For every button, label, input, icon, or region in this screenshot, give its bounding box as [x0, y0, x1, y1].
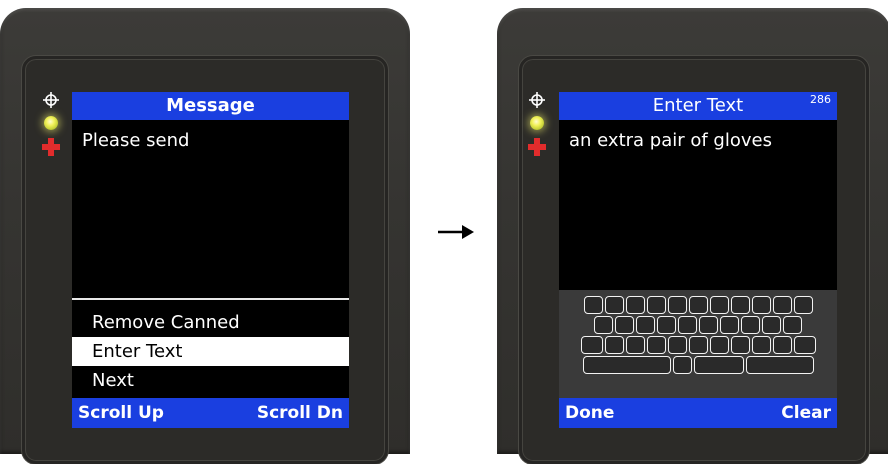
keyboard-row-3	[580, 336, 816, 354]
keyboard-key[interactable]	[667, 336, 687, 354]
keyboard-key[interactable]	[583, 296, 603, 314]
keyboard-key[interactable]	[709, 296, 729, 314]
message-text: Please send	[82, 130, 190, 151]
keyboard-key[interactable]	[720, 316, 739, 334]
character-counter: 286	[810, 93, 831, 106]
keyboard-key[interactable]	[636, 316, 655, 334]
keyboard-key[interactable]	[751, 296, 771, 314]
keyboard-key[interactable]	[604, 336, 624, 354]
red-cross-icon	[528, 138, 546, 156]
screen-enter-text: Enter Text 286 an extra pair of gloves D…	[559, 92, 837, 428]
shift-key[interactable]	[580, 336, 603, 354]
screen-message: Message Please send Remove Canned Enter …	[72, 92, 349, 428]
menu-divider	[72, 298, 349, 300]
softkey-bar: Done Clear	[559, 398, 837, 428]
menu-item-next[interactable]: Next	[72, 366, 349, 395]
arrow-right-icon	[438, 225, 474, 239]
softkey-bar: Scroll Up Scroll Dn	[72, 398, 349, 428]
keyboard-row-2	[594, 316, 802, 334]
keyboard-key[interactable]	[604, 296, 624, 314]
keyboard-key[interactable]	[730, 336, 750, 354]
screen-title: Message	[72, 92, 349, 120]
keyboard-key[interactable]	[772, 296, 792, 314]
keyboard-key[interactable]	[667, 296, 687, 314]
keyboard-key[interactable]	[783, 316, 802, 334]
keyboard-key[interactable]	[615, 316, 634, 334]
keyboard-key[interactable]	[594, 316, 613, 334]
keyboard-key[interactable]	[751, 336, 771, 354]
keyboard-key[interactable]	[709, 336, 729, 354]
keyboard-key[interactable]	[625, 336, 645, 354]
red-cross-icon	[42, 138, 60, 156]
status-icons-left	[42, 92, 60, 156]
keyboard-key[interactable]	[646, 336, 666, 354]
entered-text: an extra pair of gloves	[569, 130, 772, 151]
keyboard-key[interactable]	[741, 316, 760, 334]
scroll-up-softkey[interactable]: Scroll Up	[78, 403, 164, 423]
keyboard-key[interactable]	[688, 296, 708, 314]
mode-key[interactable]	[582, 356, 671, 374]
keyboard-key[interactable]	[730, 296, 750, 314]
done-softkey[interactable]: Done	[565, 403, 614, 423]
keyboard-row-1	[583, 296, 813, 314]
status-led-icon	[530, 116, 544, 130]
menu-item-enter-text[interactable]: Enter Text	[72, 337, 349, 366]
menu-list: Remove Canned Enter Text Next	[72, 308, 349, 395]
keyboard-key[interactable]	[646, 296, 666, 314]
enter-key[interactable]	[745, 356, 814, 374]
keyboard-key[interactable]	[793, 296, 813, 314]
keyboard-key[interactable]	[688, 336, 708, 354]
scroll-down-softkey[interactable]: Scroll Dn	[257, 403, 343, 423]
onscreen-keyboard	[559, 290, 837, 398]
crosshair-icon	[43, 92, 59, 108]
keyboard-key[interactable]	[672, 356, 692, 374]
clear-softkey[interactable]: Clear	[781, 403, 831, 423]
status-led-icon	[44, 116, 58, 130]
keyboard-key[interactable]	[678, 316, 697, 334]
keyboard-key[interactable]	[625, 296, 645, 314]
keyboard-key[interactable]	[699, 316, 718, 334]
menu-item-remove-canned[interactable]: Remove Canned	[72, 308, 349, 337]
backspace-key[interactable]	[793, 336, 816, 354]
keyboard-row-4	[582, 356, 814, 374]
keyboard-key[interactable]	[762, 316, 781, 334]
screen-title: Enter Text	[559, 92, 837, 120]
space-key[interactable]	[693, 356, 744, 374]
keyboard-key[interactable]	[657, 316, 676, 334]
status-icons-right	[528, 92, 546, 156]
keyboard-key[interactable]	[772, 336, 792, 354]
crosshair-icon	[529, 92, 545, 108]
